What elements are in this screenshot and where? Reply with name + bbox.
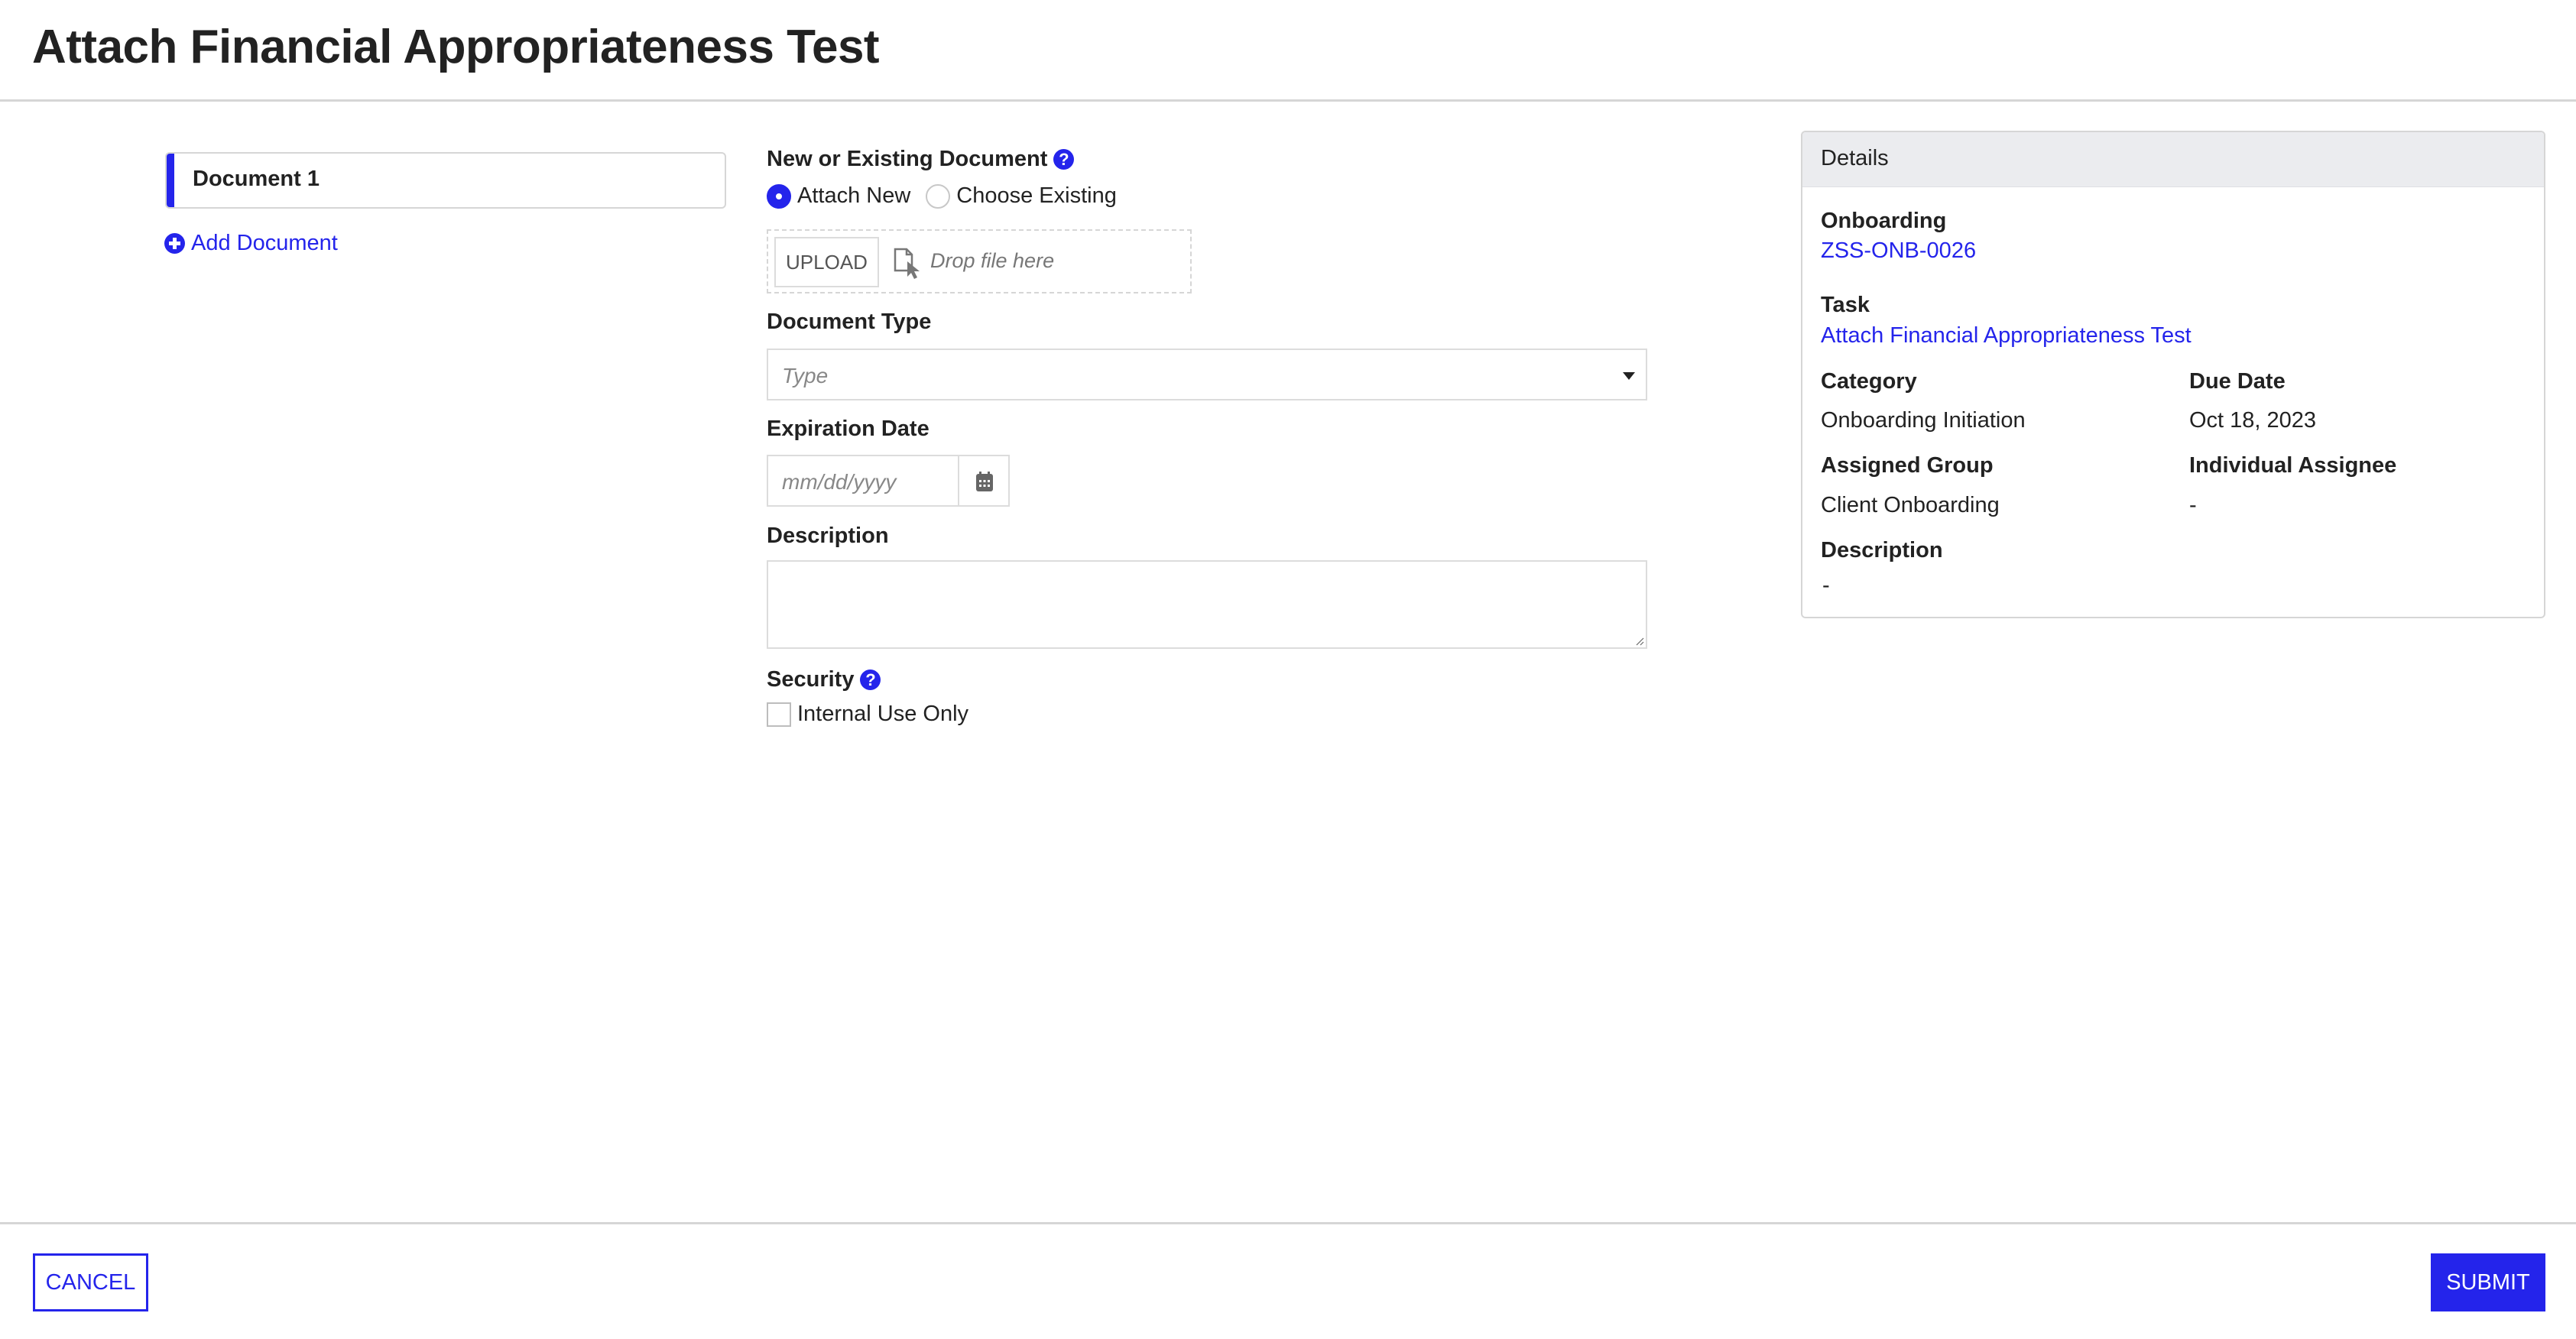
assigned-group-value: Client Onboarding bbox=[1821, 493, 2000, 517]
onboarding-link[interactable]: ZSS-ONB-0026 bbox=[1821, 238, 1976, 264]
calendar-button[interactable] bbox=[958, 455, 1010, 507]
resize-grip-icon[interactable] bbox=[1634, 635, 1644, 646]
footer-divider bbox=[0, 1222, 2576, 1224]
due-date-value: Oct 18, 2023 bbox=[2189, 408, 2317, 433]
add-document-label: Add Document bbox=[191, 231, 338, 255]
radio-attach-new[interactable]: Attach New bbox=[767, 183, 910, 209]
details-description-label: Description bbox=[1821, 538, 1943, 563]
help-icon[interactable]: ? bbox=[1053, 149, 1075, 170]
submit-button[interactable]: SUBMIT bbox=[2431, 1253, 2545, 1311]
details-panel-title: Details bbox=[1802, 132, 2544, 187]
document-list-item[interactable]: Document 1 bbox=[165, 152, 726, 209]
onboarding-label: Onboarding bbox=[1821, 209, 1947, 233]
task-label: Task bbox=[1821, 293, 1870, 317]
plus-circle-icon bbox=[164, 233, 185, 254]
calendar-icon bbox=[976, 472, 993, 491]
radio-attach-new-label: Attach New bbox=[797, 183, 911, 208]
upload-button[interactable]: UPLOAD bbox=[774, 237, 879, 287]
page-title: Attach Financial Appropriateness Test bbox=[32, 21, 880, 73]
internal-use-only-option[interactable]: Internal Use Only bbox=[767, 702, 968, 727]
expiration-date-placeholder: mm/dd/yyyy bbox=[782, 470, 897, 494]
help-icon[interactable]: ? bbox=[860, 670, 881, 690]
source-radio-group: Attach New Choose Existing bbox=[767, 183, 1132, 209]
assigned-group-label: Assigned Group bbox=[1821, 453, 1994, 478]
due-date-label: Due Date bbox=[2189, 369, 2286, 394]
drop-file-text: Drop file here bbox=[930, 249, 1055, 272]
individual-assignee-label: Individual Assignee bbox=[2189, 453, 2397, 478]
document-type-placeholder: Type bbox=[782, 364, 829, 387]
expiration-date-label: Expiration Date bbox=[767, 417, 930, 441]
category-value: Onboarding Initiation bbox=[1821, 408, 2026, 433]
file-dropzone[interactable]: UPLOAD Drop file here bbox=[767, 229, 1192, 293]
internal-use-only-label: Internal Use Only bbox=[797, 702, 969, 726]
description-label: Description bbox=[767, 524, 889, 548]
internal-use-only-checkbox[interactable] bbox=[767, 702, 791, 727]
security-field-label: Security ? bbox=[767, 667, 881, 692]
security-label-text: Security bbox=[767, 667, 855, 692]
source-label-text: New or Existing Document bbox=[767, 147, 1048, 171]
task-link[interactable]: Attach Financial Appropriateness Test bbox=[1821, 323, 2192, 349]
add-document-link[interactable]: Add Document bbox=[164, 231, 338, 256]
individual-assignee-value: - bbox=[2189, 493, 2197, 517]
radio-choose-existing-label: Choose Existing bbox=[956, 183, 1117, 208]
active-indicator bbox=[167, 154, 174, 207]
description-textarea[interactable] bbox=[767, 560, 1647, 649]
page-header: Attach Financial Appropriateness Test bbox=[0, 0, 2576, 102]
document-type-select[interactable]: Type bbox=[767, 349, 1647, 400]
radio-checked-icon[interactable] bbox=[767, 183, 791, 209]
document-type-label: Document Type bbox=[767, 310, 932, 334]
details-description-value: - bbox=[1822, 573, 1830, 598]
source-field-label: New or Existing Document ? bbox=[767, 147, 1075, 172]
cancel-button[interactable]: CANCEL bbox=[33, 1253, 148, 1311]
radio-choose-existing[interactable]: Choose Existing bbox=[926, 183, 1117, 209]
document-list-item-label: Document 1 bbox=[193, 167, 320, 191]
details-panel: Details Onboarding ZSS-ONB-0026 Task Att… bbox=[1801, 131, 2545, 618]
radio-unchecked-icon[interactable] bbox=[926, 183, 951, 209]
file-drop-icon bbox=[894, 248, 920, 279]
caret-down-icon bbox=[1623, 372, 1635, 380]
category-label: Category bbox=[1821, 369, 1917, 394]
expiration-date-input[interactable]: mm/dd/yyyy bbox=[767, 455, 959, 507]
